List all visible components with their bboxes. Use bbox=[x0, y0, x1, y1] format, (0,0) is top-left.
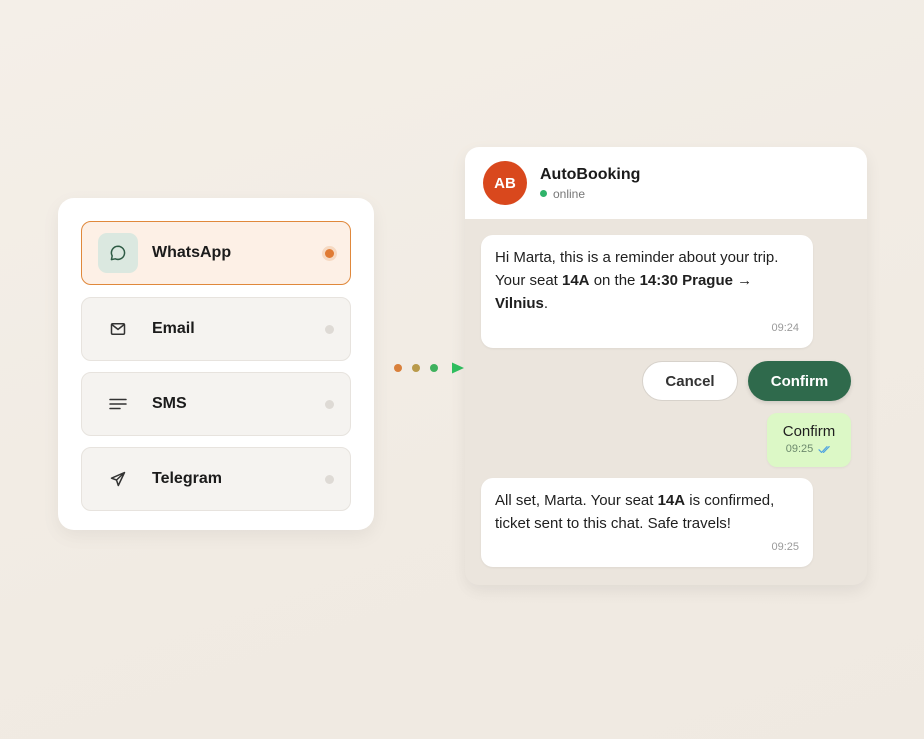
confirm-button[interactable]: Confirm bbox=[748, 361, 851, 401]
cancel-button[interactable]: Cancel bbox=[642, 361, 738, 401]
incoming-message: Hi Marta, this is a reminder about your … bbox=[481, 235, 813, 348]
channel-label: WhatsApp bbox=[152, 244, 232, 261]
contact-name: AutoBooking bbox=[540, 165, 641, 183]
avatar: AB bbox=[483, 161, 527, 205]
channel-sms[interactable]: SMS bbox=[81, 372, 351, 436]
envelope-icon bbox=[98, 309, 138, 349]
channel-status-dot bbox=[325, 475, 334, 484]
channel-email[interactable]: Email bbox=[81, 297, 351, 361]
channel-whatsapp[interactable]: WhatsApp bbox=[81, 221, 351, 285]
message-time: 09:25 bbox=[771, 541, 799, 553]
channel-telegram[interactable]: Telegram bbox=[81, 447, 351, 511]
channel-status-dot bbox=[325, 325, 334, 334]
double-check-icon bbox=[818, 445, 831, 453]
message-time: 09:25 bbox=[785, 443, 814, 455]
online-status: online bbox=[540, 187, 640, 201]
flow-arrow-icon bbox=[382, 362, 464, 374]
channel-status-dot bbox=[325, 400, 334, 409]
channel-label: Email bbox=[152, 320, 195, 337]
channel-status-dot bbox=[325, 249, 334, 258]
chat-bubble-icon bbox=[98, 233, 138, 273]
online-dot-icon bbox=[540, 190, 547, 197]
incoming-message: All set, Marta. Your seat 14A is confirm… bbox=[481, 478, 813, 567]
chat-header: AB AutoBooking online bbox=[465, 147, 867, 219]
outgoing-message: Confirm 09:25 bbox=[767, 413, 851, 467]
channel-selector-card: WhatsApp Email SMS Telegram bbox=[58, 198, 374, 530]
lines-icon bbox=[98, 384, 138, 424]
channel-label: Telegram bbox=[152, 470, 222, 487]
message-time: 09:24 bbox=[771, 322, 799, 334]
channel-label: SMS bbox=[152, 395, 187, 412]
paper-plane-icon bbox=[98, 459, 138, 499]
chat-window: AB AutoBooking online Hi Marta, this is … bbox=[465, 147, 867, 585]
